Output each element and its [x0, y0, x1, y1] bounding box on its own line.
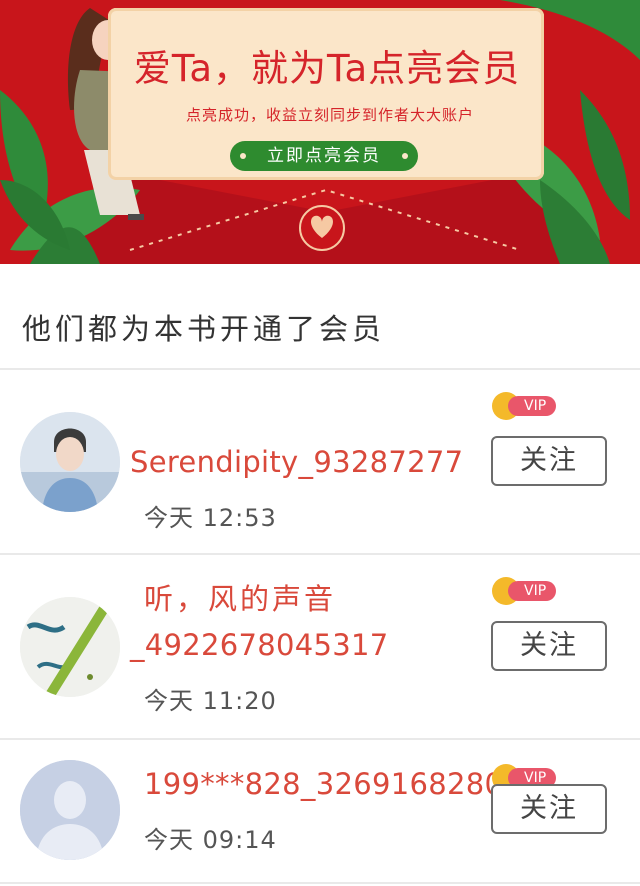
button-dot-icon	[402, 153, 408, 159]
banner-subtitle: 点亮成功，收益立刻同步到作者大大账户	[185, 106, 474, 124]
button-dot-icon	[240, 153, 246, 159]
avatar[interactable]	[20, 412, 120, 512]
avatar[interactable]	[20, 597, 120, 697]
timestamp: 今天 11:20	[144, 687, 277, 715]
username[interactable]: 199***828_3269168280	[144, 764, 503, 804]
follow-button[interactable]: 关注	[491, 621, 607, 671]
promo-banner[interactable]: 爱Ta，就为Ta点亮会员 点亮成功，收益立刻同步到作者大大账户 立即点亮会员	[0, 0, 640, 264]
section-title: 他们都为本书开通了会员	[22, 312, 386, 346]
username-line1[interactable]: 听，风的声音	[144, 579, 336, 619]
banner-title: 爱Ta，就为Ta点亮会员	[133, 47, 521, 90]
avatar[interactable]	[20, 760, 120, 860]
vip-badge: VIP	[492, 392, 558, 420]
timestamp: 今天 12:53	[144, 504, 277, 532]
user-photo-icon	[20, 597, 120, 697]
vip-label: VIP	[508, 396, 556, 416]
list-item[interactable]: 听，风的声音 _4922678045317 今天 11:20 VIP 关注	[0, 555, 640, 739]
user-photo-icon	[20, 412, 120, 512]
list-item[interactable]: Serendipity_93287277 今天 12:53 VIP 关注	[0, 370, 640, 554]
vip-label: VIP	[508, 581, 556, 601]
divider	[0, 882, 640, 884]
username-line2[interactable]: _4922678045317	[130, 625, 389, 665]
default-avatar-icon	[20, 760, 120, 860]
list-item[interactable]: 199***828_3269168280 今天 09:14 VIP 关注	[0, 740, 640, 886]
follow-button[interactable]: 关注	[491, 436, 607, 486]
timestamp: 今天 09:14	[144, 826, 277, 854]
vip-badge: VIP	[492, 577, 558, 605]
activate-membership-label: 立即点亮会员	[267, 146, 381, 166]
activate-membership-button[interactable]: 立即点亮会员	[230, 141, 418, 171]
follow-button[interactable]: 关注	[491, 784, 607, 834]
username[interactable]: Serendipity_93287277	[130, 442, 463, 482]
